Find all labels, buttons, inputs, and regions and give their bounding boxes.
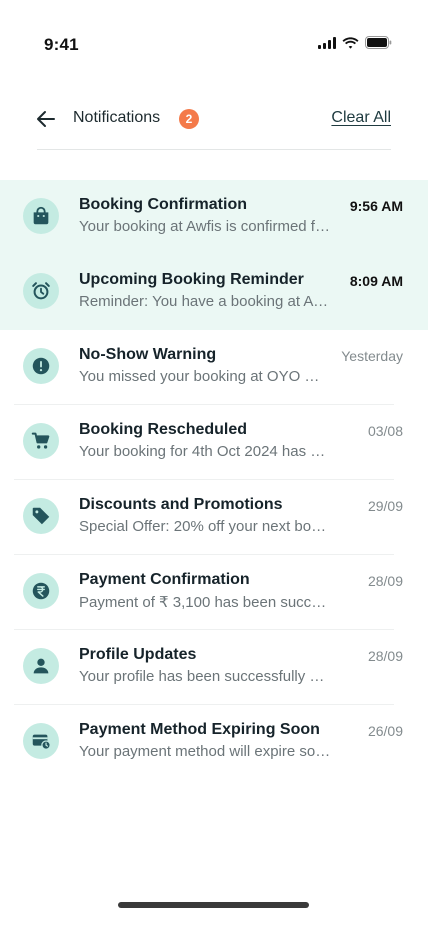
battery-icon [365, 36, 392, 49]
notification-time: Yesterday [341, 348, 403, 364]
notification-time: 28/09 [367, 573, 403, 589]
notification-title: No-Show Warning [79, 346, 217, 363]
unread-count-badge: 2 [179, 109, 199, 129]
notification-preview: Your payment method will expire soon. [79, 743, 331, 760]
clear-all-link[interactable]: Clear All [331, 109, 391, 127]
notification-title: Profile Updates [79, 646, 197, 663]
notification-icon-badge [23, 198, 59, 234]
header: Notifications 2 Clear All [0, 96, 428, 142]
signal-icon [318, 36, 336, 49]
notification-icon-badge [23, 648, 59, 684]
status-time: 9:41 [44, 35, 79, 54]
home-indicator [118, 902, 309, 908]
notification-title: Upcoming Booking Reminder [79, 271, 304, 288]
alarm-clock-icon [32, 282, 50, 300]
notification-preview: Payment of ₹ 3,100 has been successfully… [79, 594, 331, 611]
notification-title: Booking Confirmation [79, 196, 247, 213]
rupee-icon [32, 582, 50, 600]
notification-title: Payment Method Expiring Soon [79, 721, 320, 738]
notification-item[interactable]: Upcoming Booking Reminder Reminder: You h… [0, 255, 428, 330]
notification-item[interactable]: Payment Method Expiring Soon Your payment… [0, 705, 428, 780]
notification-item[interactable]: Discounts and Promotions Special Offer: 2… [0, 480, 428, 555]
cart-icon [31, 432, 50, 449]
notification-time: 28/09 [367, 648, 403, 664]
header-divider [37, 149, 391, 150]
back-button[interactable] [34, 107, 58, 131]
wifi-icon [342, 36, 359, 49]
notification-icon-badge [23, 273, 59, 309]
notification-preview: Your booking at Awfis is confirmed for 4… [79, 218, 331, 235]
notification-item[interactable]: Booking Confirmation Your booking at Awfi… [0, 180, 428, 255]
notification-preview: You missed your booking at OYO Workspace… [79, 368, 331, 385]
notification-list: Booking Confirmation Your booking at Awfi… [0, 180, 428, 780]
notification-preview: Reminder: You have a booking at Awfis to… [79, 293, 331, 310]
notification-item[interactable]: Profile Updates Your profile has been suc… [0, 630, 428, 705]
notification-icon-badge [23, 423, 59, 459]
notification-title: Booking Rescheduled [79, 421, 248, 438]
notification-item[interactable]: Payment Confirmation Payment of ₹ 3,100 h… [0, 555, 428, 630]
notification-icon-badge [23, 723, 59, 759]
arrow-left-icon [37, 111, 55, 127]
notification-preview: Your booking for 4th Oct 2024 has been r… [79, 443, 331, 460]
notification-title: Payment Confirmation [79, 571, 250, 588]
notification-icon-badge [23, 498, 59, 534]
notification-time: 8:09 AM [349, 273, 403, 289]
notification-icon-badge [23, 573, 59, 609]
status-icons [318, 36, 392, 49]
card-clock-icon [32, 734, 51, 750]
notification-time: 9:56 AM [349, 198, 403, 214]
notification-preview: Special Offer: 20% off your next booking… [79, 518, 331, 535]
notification-icon-badge [23, 348, 59, 384]
notification-time: 03/08 [367, 423, 403, 439]
alert-icon [32, 357, 50, 375]
notification-time: 26/09 [367, 723, 403, 739]
notification-item[interactable]: No-Show Warning You missed your booking a… [0, 330, 428, 405]
person-icon [33, 658, 49, 674]
notification-time: 29/09 [367, 498, 403, 514]
tag-icon [32, 507, 50, 525]
status-bar: 9:41 [0, 0, 428, 70]
page-title: Notifications [73, 109, 161, 126]
notification-item[interactable]: Booking Rescheduled Your booking for 4th … [0, 405, 428, 480]
shopping-bag-icon [33, 206, 49, 225]
notification-preview: Your profile has been successfully updat… [79, 668, 331, 685]
notification-title: Discounts and Promotions [79, 496, 283, 513]
